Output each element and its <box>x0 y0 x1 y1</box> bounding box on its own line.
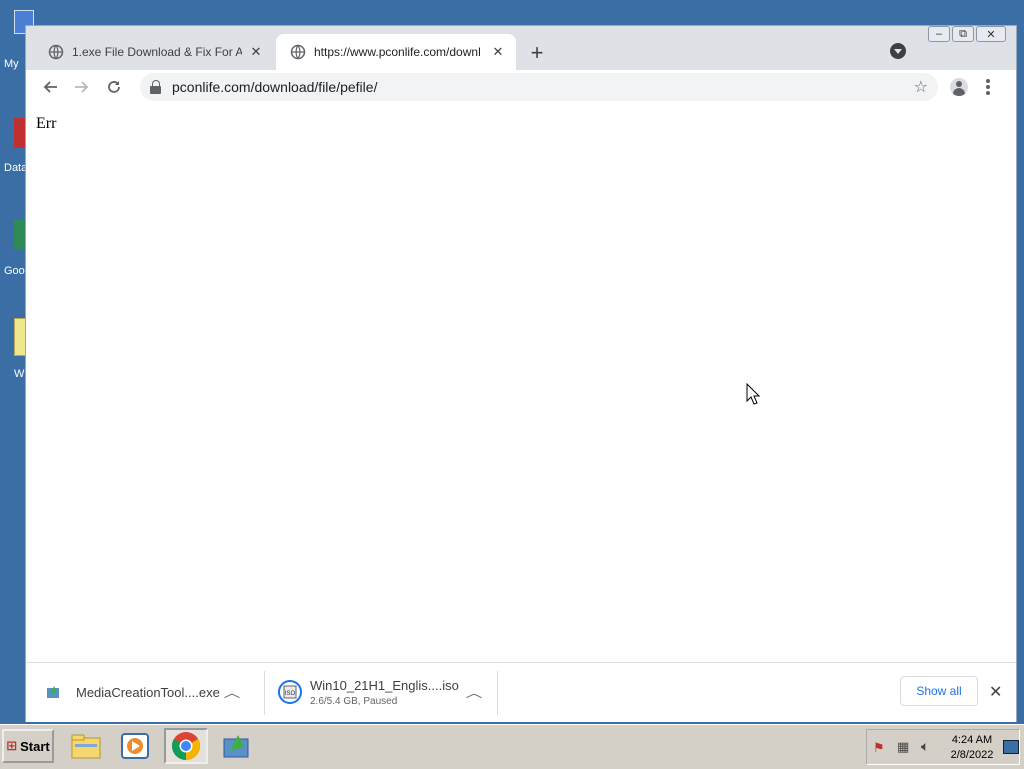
network-icon[interactable]: ▦ <box>897 739 909 755</box>
tab-pconlife-1exe[interactable]: 1.exe File Download & Fix For All ✕ <box>34 34 274 70</box>
tab-search-icon[interactable] <box>890 43 906 59</box>
start-label: Start <box>20 738 50 754</box>
lock-icon[interactable] <box>150 80 162 94</box>
file-explorer-icon <box>71 734 101 759</box>
iso-icon: ISO <box>278 680 302 704</box>
page-error-text: Err <box>36 115 57 132</box>
tab-title: 1.exe File Download & Fix For All <box>72 45 242 59</box>
window-controls: – ⧉ ✕ <box>928 26 1006 42</box>
volume-icon[interactable]: 🔈︎ <box>921 738 929 755</box>
taskbar-chrome[interactable] <box>164 728 208 764</box>
desktop-icon-data[interactable]: Data <box>0 118 28 178</box>
download-separator <box>497 671 498 715</box>
bookmark-star-icon[interactable]: ☆ <box>914 77 928 97</box>
download-item-mediacreationtool[interactable]: MediaCreationTool....exe ︿ <box>46 663 264 721</box>
show-all-button[interactable]: Show all <box>900 676 978 706</box>
close-tab-icon[interactable]: ✕ <box>248 44 264 60</box>
clock-time: 4:24 AM <box>951 734 993 746</box>
installer-icon <box>47 686 59 698</box>
address-url[interactable]: pconlife.com/download/file/pefile/ <box>172 79 914 95</box>
chrome-icon <box>172 732 200 760</box>
download-shelf: MediaCreationTool....exe ︿ ISO Win10_21H… <box>26 662 1016 722</box>
reload-icon[interactable] <box>105 78 123 96</box>
download-filename: MediaCreationTool....exe <box>76 684 220 700</box>
clock-date: 2/8/2022 <box>950 749 994 761</box>
page-content: Err <box>26 104 1016 662</box>
media-player-icon <box>121 733 149 759</box>
taskbar-file-explorer[interactable] <box>64 728 108 764</box>
chevron-up-icon[interactable]: ︿ <box>466 684 483 701</box>
action-center-flag-icon[interactable]: ⚑ <box>873 740 885 756</box>
new-tab-button[interactable]: + <box>526 42 548 64</box>
download-separator <box>264 671 265 715</box>
minimize-button[interactable]: – <box>928 26 950 42</box>
mouse-cursor-icon <box>746 383 760 405</box>
desktop-icon-folder[interactable]: W <box>0 318 30 380</box>
globe-icon <box>48 44 64 60</box>
system-tray: ⚑ ▦ 🔈︎ 4:24 AM 2/8/2022 <box>866 729 1020 765</box>
globe-icon <box>290 44 306 60</box>
more-menu-icon[interactable] <box>986 79 990 95</box>
back-arrow-icon[interactable] <box>41 78 59 96</box>
download-filename: Win10_21H1_Englis....iso <box>310 677 459 693</box>
close-window-button[interactable]: ✕ <box>976 26 1006 42</box>
desktop-icon-my-computer[interactable]: My <box>0 10 34 70</box>
tab-title: https://www.pconlife.com/downl <box>314 45 481 59</box>
desktop-icon-label: My <box>4 58 19 70</box>
address-bar[interactable]: pconlife.com/download/file/pefile/ ☆ <box>140 73 938 101</box>
desktop-icon-label: W <box>14 368 25 380</box>
show-desktop-icon[interactable] <box>1003 740 1019 754</box>
windows-logo-icon: ⊞ <box>6 738 18 753</box>
download-status: 2.6/5.4 GB, Paused <box>310 695 398 707</box>
tab-strip: 1.exe File Download & Fix For All ✕ http… <box>26 26 1016 70</box>
svg-text:ISO: ISO <box>285 691 296 697</box>
browser-toolbar: pconlife.com/download/file/pefile/ ☆ <box>26 70 1016 105</box>
start-button[interactable]: ⊞ Start <box>2 729 54 763</box>
close-download-shelf-icon[interactable]: ✕ <box>989 682 1002 702</box>
clock[interactable]: 4:24 AM 2/8/2022 <box>947 733 997 763</box>
taskbar-media-creation-tool[interactable] <box>214 728 258 764</box>
desktop-icon-google[interactable]: Goog <box>0 220 31 280</box>
taskbar: ⊞ Start ⚑ ▦ 🔈︎ 4:24 AM 2/8/2022 <box>0 724 1024 769</box>
close-tab-icon[interactable]: ✕ <box>490 44 506 60</box>
forward-arrow-icon[interactable] <box>73 78 91 96</box>
desktop-icon-label: Data <box>4 162 28 174</box>
browser-window: 1.exe File Download & Fix For All ✕ http… <box>25 25 1017 722</box>
download-text: Win10_21H1_Englis....iso 2.6/5.4 GB, Pau… <box>310 678 468 707</box>
tab-pconlife-download[interactable]: https://www.pconlife.com/downl ✕ <box>276 34 516 70</box>
chevron-up-icon[interactable]: ︿ <box>224 684 241 701</box>
media-creation-tool-icon <box>223 735 249 758</box>
taskbar-media-player[interactable] <box>113 728 157 764</box>
restore-button[interactable]: ⧉ <box>952 26 974 42</box>
download-item-win10-iso[interactable]: ISO Win10_21H1_Englis....iso 2.6/5.4 GB,… <box>278 663 496 721</box>
profile-avatar-icon[interactable] <box>950 78 968 96</box>
